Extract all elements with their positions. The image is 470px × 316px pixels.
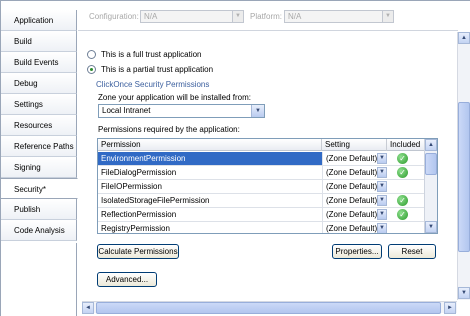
full-trust-label: This is a full trust application [101,49,202,59]
setting-value: (Zone Default) [326,168,378,177]
tab-build-events[interactable]: Build Events [1,52,77,73]
scroll-left-icon[interactable]: ◄ [82,302,94,314]
advanced-button[interactable]: Advanced... [97,272,157,287]
chevron-down-icon[interactable]: ▼ [377,181,387,192]
setting-combo[interactable]: (Zone Default) ▼ [322,152,387,165]
tab-security[interactable]: Security* [1,178,78,199]
tab-strip-filler [1,243,77,316]
column-header-included[interactable]: Included [387,139,425,151]
security-page: Configuration: N/A ▼ Platform: N/A ▼ Thi… [78,1,470,316]
table-row[interactable]: FileIOPermission (Zone Default) ▼ [98,180,425,194]
chevron-down-icon: ▼ [232,11,243,22]
setting-value: (Zone Default) [326,196,378,205]
scroll-up-icon[interactable]: ▲ [425,139,437,151]
configuration-label: Configuration: [89,12,139,21]
setting-value: (Zone Default) [326,210,378,219]
setting-combo[interactable]: (Zone Default) ▼ [322,180,387,193]
permission-name: FileDialogPermission [101,168,177,177]
setting-combo[interactable]: (Zone Default) ▼ [322,222,387,233]
scroll-thumb[interactable] [458,102,470,252]
setting-value: (Zone Default) [326,154,378,163]
chevron-down-icon[interactable]: ▼ [377,195,387,206]
table-row[interactable]: FileDialogPermission (Zone Default) ▼ ✓ [98,166,425,180]
tab-code-analysis[interactable]: Code Analysis [1,220,77,241]
table-row[interactable]: ReflectionPermission (Zone Default) ▼ ✓ [98,208,425,222]
calculate-permissions-button[interactable]: Calculate Permissions [97,244,179,259]
setting-value: (Zone Default) [326,182,378,191]
zone-select[interactable]: Local Intranet ▼ [98,104,265,118]
zone-label: Zone your application will be installed … [98,93,251,102]
configuration-combo: N/A ▼ [140,10,244,23]
partial-trust-option[interactable]: This is a partial trust application [87,63,213,75]
tab-resources[interactable]: Resources [1,115,77,136]
permission-name: FileIOPermission [101,182,162,191]
platform-value: N/A [288,12,302,21]
check-icon: ✓ [397,195,408,206]
table-row[interactable]: EnvironmentPermission (Zone Default) ▼ ✓ [98,152,425,166]
setting-combo[interactable]: (Zone Default) ▼ [322,208,387,221]
tab-reference-paths[interactable]: Reference Paths [1,136,77,157]
setting-value: (Zone Default) [326,224,378,233]
included-cell: ✓ [387,166,425,179]
included-cell: ✓ [387,194,425,207]
included-cell [387,222,425,233]
setting-combo[interactable]: (Zone Default) ▼ [322,194,387,207]
scroll-right-icon[interactable]: ► [444,302,456,314]
reset-button[interactable]: Reset [388,244,436,259]
tab-settings[interactable]: Settings [1,94,77,115]
zone-value: Local Intranet [102,106,151,115]
permission-name: IsolatedStorageFilePermission [101,196,210,205]
chevron-down-icon[interactable]: ▼ [377,209,387,220]
chevron-down-icon[interactable]: ▼ [377,153,387,164]
tab-signing[interactable]: Signing [1,157,77,178]
grid-scrollbar[interactable]: ▲ ▼ [424,139,437,233]
permission-name: EnvironmentPermission [101,154,186,163]
chevron-down-icon[interactable]: ▼ [377,167,387,178]
check-icon: ✓ [397,153,408,164]
permissions-grid[interactable]: Permission Setting Included EnvironmentP… [97,138,438,234]
tab-build[interactable]: Build [1,31,77,52]
table-row[interactable]: RegistryPermission (Zone Default) ▼ [98,222,425,233]
clickonce-heading: ClickOnce Security Permissions [96,80,210,89]
scroll-thumb[interactable] [425,153,437,175]
security-content: This is a full trust application This is… [82,37,457,295]
platform-label: Platform: [250,12,283,21]
full-trust-radio[interactable] [87,49,96,59]
tab-publish[interactable]: Publish [1,199,77,220]
scroll-down-icon[interactable]: ▼ [458,287,470,299]
tab-debug[interactable]: Debug [1,73,77,94]
configuration-bar: Configuration: N/A ▼ Platform: N/A ▼ [78,1,458,31]
setting-combo[interactable]: (Zone Default) ▼ [322,166,387,179]
scroll-down-icon[interactable]: ▼ [425,221,437,233]
chevron-down-icon: ▼ [382,11,393,22]
permission-name: ReflectionPermission [101,210,177,219]
chevron-down-icon[interactable]: ▼ [251,105,264,117]
property-tabs: Application Build Build Events Debug Set… [1,1,78,316]
chevron-down-icon[interactable]: ▼ [377,223,387,233]
permission-name: RegistryPermission [101,224,170,233]
tab-application[interactable]: Application [1,10,77,31]
properties-button[interactable]: Properties... [332,244,382,259]
column-header-permission[interactable]: Permission [98,139,322,151]
included-cell: ✓ [387,208,425,221]
table-row[interactable]: IsolatedStorageFilePermission (Zone Defa… [98,194,425,208]
check-icon: ✓ [397,209,408,220]
project-properties-window: Application Build Build Events Debug Set… [0,0,470,316]
scroll-thumb[interactable] [96,302,441,314]
page-horizontal-scrollbar[interactable]: ◄ ► [82,301,457,314]
permissions-label: Permissions required by the application: [98,125,240,134]
included-cell [387,180,425,193]
column-header-setting[interactable]: Setting [322,139,387,151]
platform-combo: N/A ▼ [284,10,394,23]
grid-header: Permission Setting Included [98,139,425,151]
full-trust-option[interactable]: This is a full trust application [87,48,202,60]
check-icon: ✓ [397,167,408,178]
partial-trust-label: This is a partial trust application [101,64,214,74]
scroll-up-icon[interactable]: ▲ [458,32,470,44]
included-cell: ✓ [387,152,425,165]
page-vertical-scrollbar[interactable]: ▲ ▼ [457,32,470,300]
partial-trust-radio[interactable] [87,64,96,74]
configuration-value: N/A [144,12,158,21]
